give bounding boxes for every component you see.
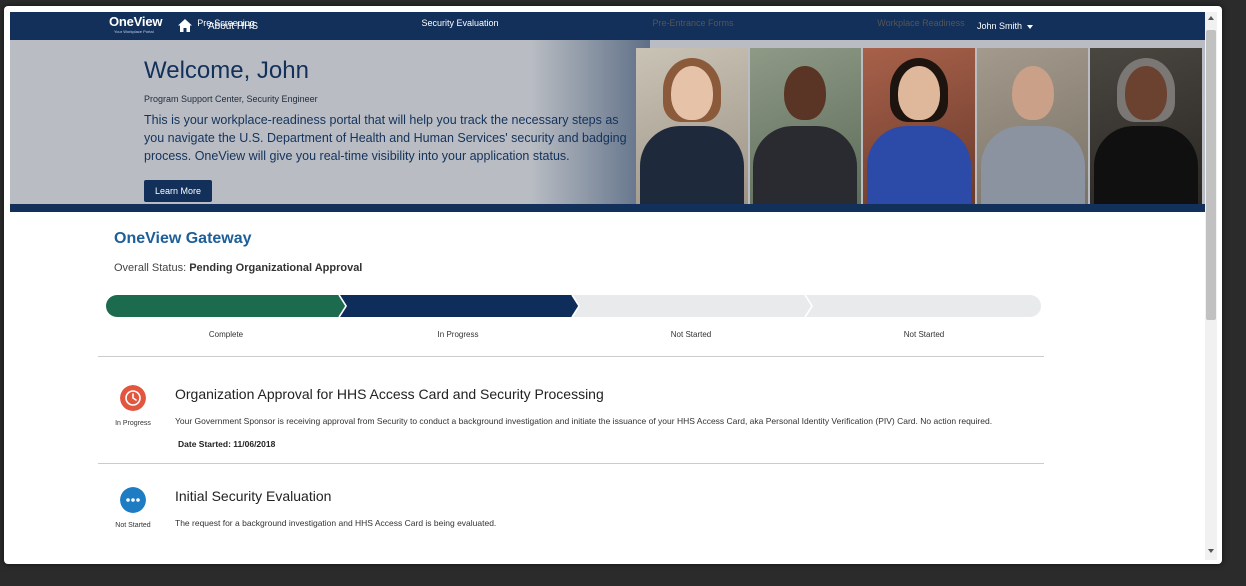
overall-status-value: Pending Organizational Approval — [189, 262, 363, 274]
progress-steps — [106, 295, 1041, 317]
browser-window: OneView Your Workplace Portal About HHS … — [4, 6, 1222, 564]
step-workplace-readiness[interactable] — [806, 295, 1041, 317]
vertical-scrollbar[interactable] — [1205, 12, 1217, 560]
scroll-thumb[interactable] — [1206, 30, 1216, 320]
step-label: Security Evaluation — [421, 18, 499, 28]
staff-photo — [749, 48, 862, 204]
scroll-down-icon[interactable] — [1208, 549, 1214, 553]
item-title: Organization Approval for HHS Access Car… — [175, 386, 604, 402]
overall-status: Overall Status: Pending Organizational A… — [114, 262, 362, 274]
step-status: In Progress — [437, 330, 479, 339]
step-status: Not Started — [903, 330, 945, 339]
item-status: Not Started — [115, 522, 151, 529]
staff-photo-strip — [636, 48, 1202, 204]
section-divider — [98, 463, 1044, 464]
staff-photo — [976, 48, 1089, 204]
intro-text: This is your workplace-readiness portal … — [144, 113, 627, 163]
staff-photo — [863, 48, 975, 204]
item-title: Initial Security Evaluation — [175, 488, 332, 504]
overall-status-label: Overall Status: — [114, 262, 187, 274]
clock-icon — [120, 385, 146, 411]
item-description: Your Government Sponsor is receiving app… — [175, 416, 993, 426]
item-status: In Progress — [115, 420, 151, 427]
step-status: Not Started — [670, 330, 712, 339]
hero-banner: Welcome, John Program Support Center, Se… — [10, 40, 1205, 212]
step-label: Pre-Entrance Forms — [652, 18, 734, 28]
gateway-title: OneView Gateway — [114, 230, 252, 247]
welcome-heading: Welcome, John — [144, 57, 309, 84]
step-label: Pre-Screening — [197, 18, 255, 28]
step-pre-entrance-forms[interactable] — [573, 295, 812, 317]
item-description: The request for a background investigati… — [175, 518, 497, 528]
ellipsis-icon — [120, 487, 146, 513]
staff-photo — [636, 48, 748, 204]
section-divider — [98, 356, 1044, 357]
step-label: Workplace Readiness — [877, 18, 965, 28]
step-security-evaluation[interactable] — [340, 295, 579, 317]
learn-more-button[interactable]: Learn More — [144, 180, 212, 202]
user-role: Program Support Center, Security Enginee… — [144, 94, 318, 104]
step-pre-screening[interactable] — [106, 295, 346, 317]
page-viewport: OneView Your Workplace Portal About HHS … — [10, 12, 1205, 560]
scroll-up-icon[interactable] — [1208, 16, 1214, 20]
item-date-started: Date Started: 11/06/2018 — [178, 439, 276, 449]
staff-photo — [1090, 48, 1202, 204]
step-status: Complete — [208, 330, 244, 339]
hero-bottom-bar — [10, 204, 1205, 212]
